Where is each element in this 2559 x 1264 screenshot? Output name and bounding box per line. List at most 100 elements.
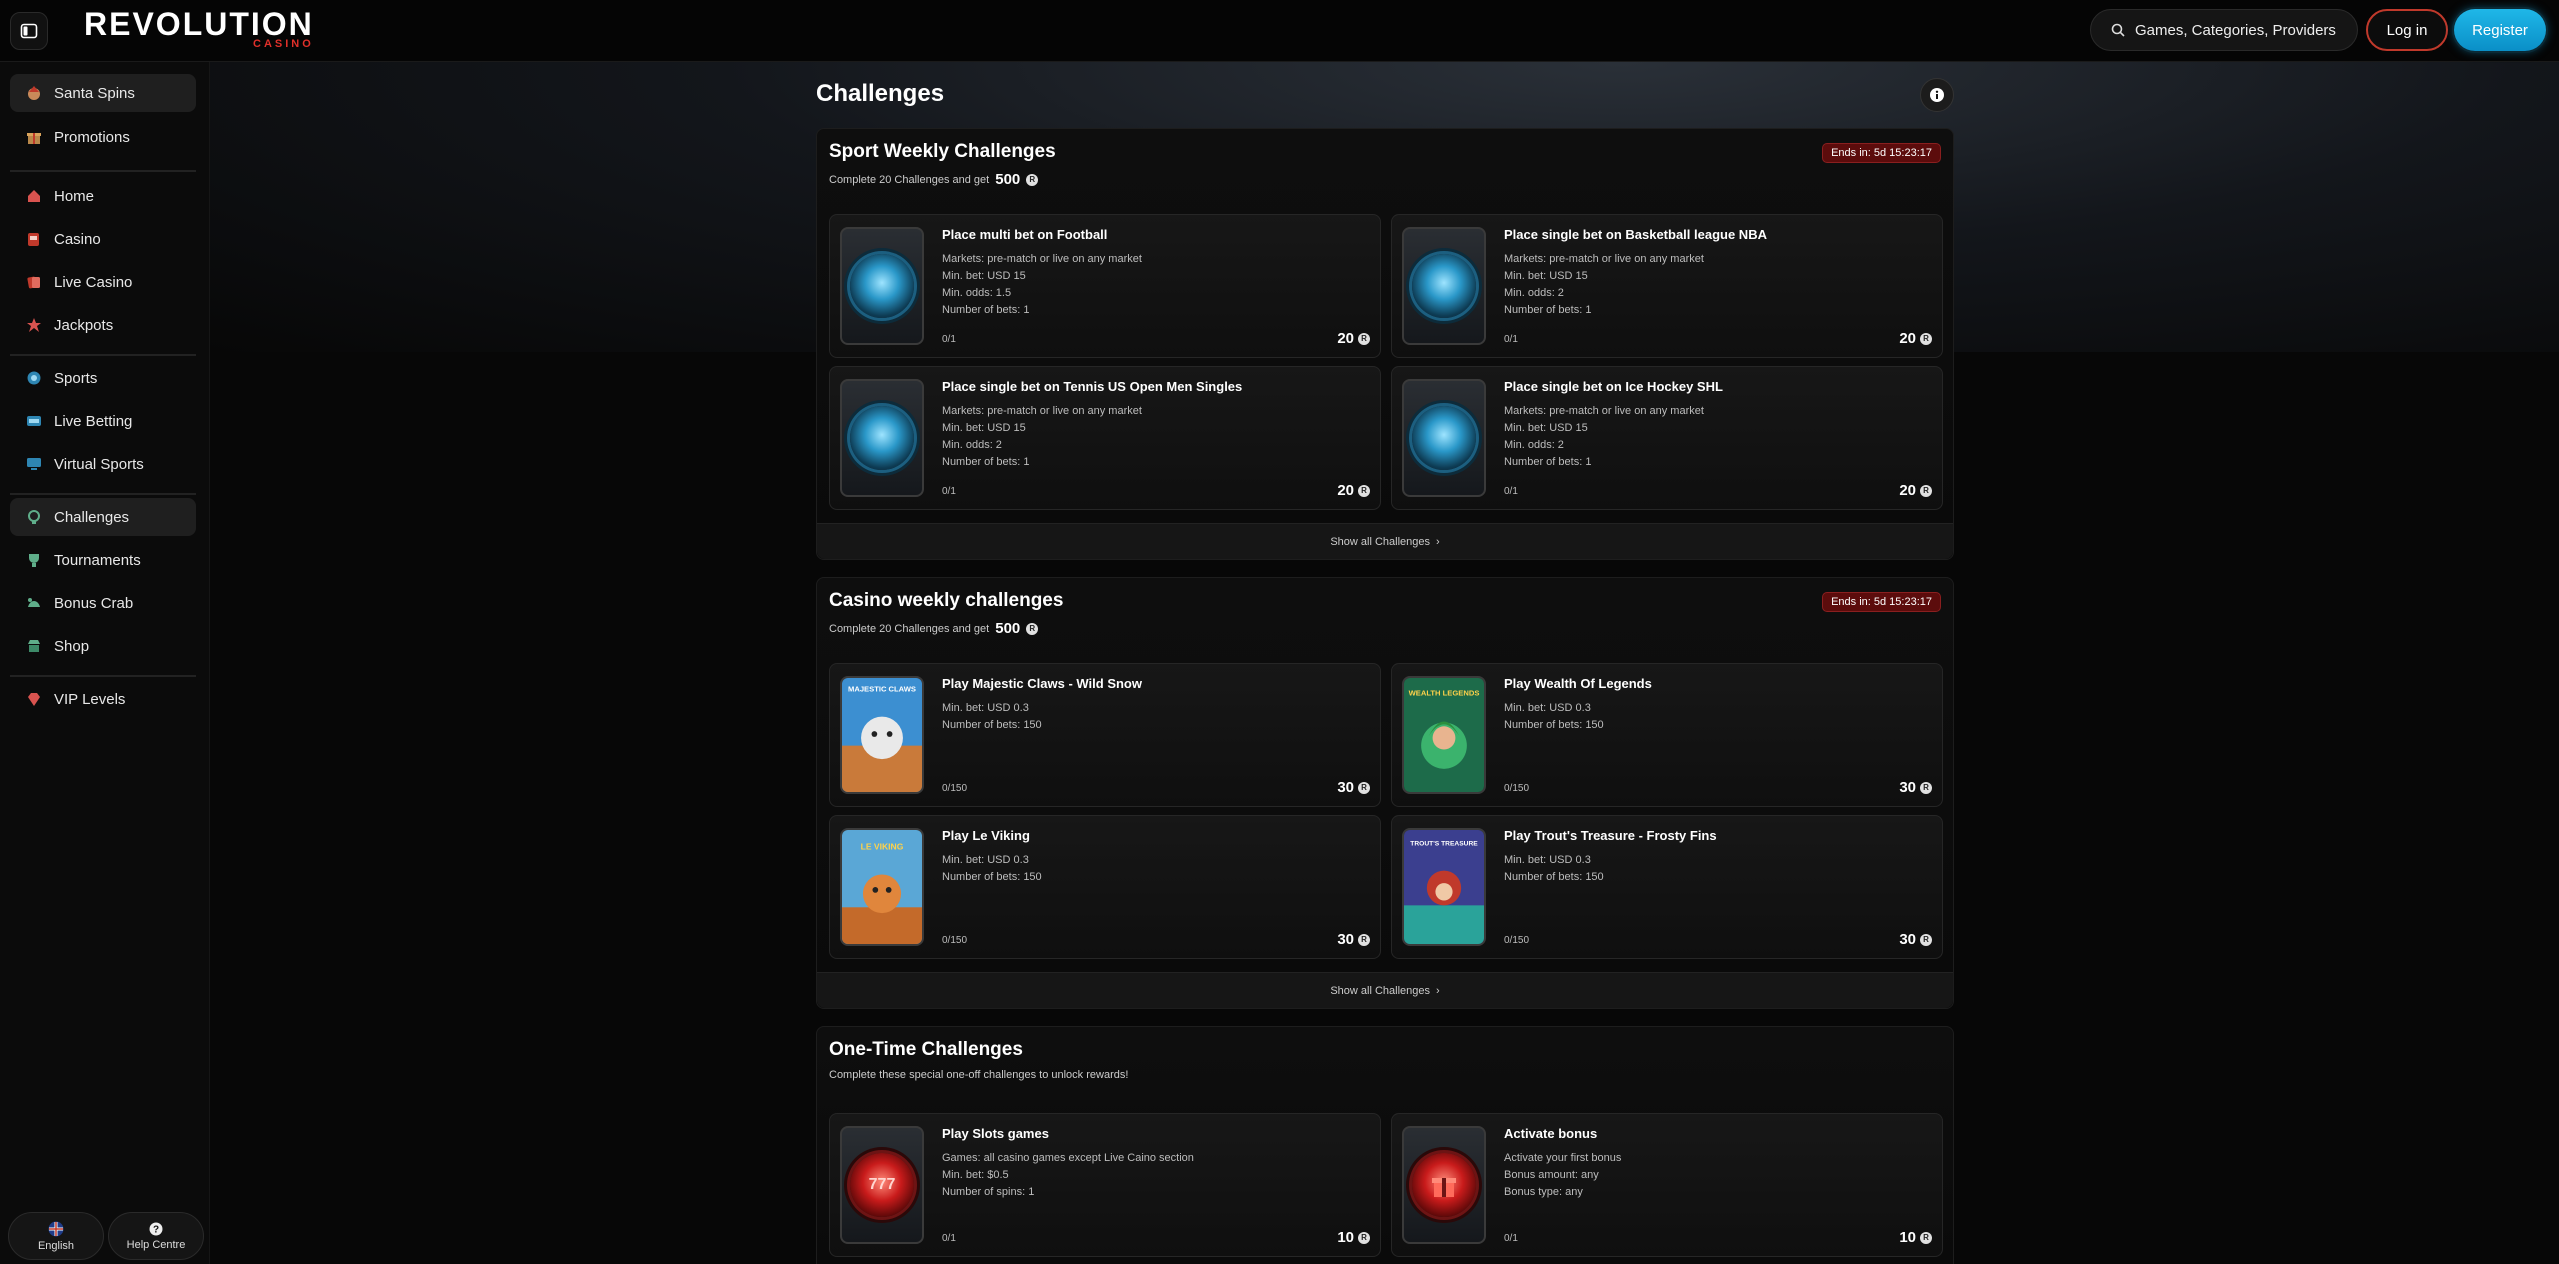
challenge-card[interactable]: TROUT'S TREASURE Play Trout's Treasure -… [1391, 815, 1943, 959]
sport-challenges-section: Sport Weekly Challenges Complete 20 Chal… [816, 128, 1954, 560]
challenge-details: Markets: pre-match or live on any market… [1504, 403, 1704, 471]
challenge-detail-line: Min. odds: 1.5 [942, 287, 1012, 299]
sidebar-item-live-casino[interactable]: Live Casino [10, 263, 196, 301]
section-title: Casino weekly challenges [829, 590, 1064, 611]
diamond-icon [26, 691, 42, 707]
challenge-reward-value: 20 [1899, 330, 1916, 347]
challenge-title: Play Trout's Treasure - Frosty Fins [1504, 828, 1717, 843]
challenge-reward-value: 10 [1899, 1229, 1916, 1246]
challenge-card[interactable]: WEALTH LEGENDS Play Wealth Of Legends Mi… [1391, 663, 1943, 807]
basketball-icon [1412, 254, 1476, 318]
ends-in-badge: Ends in: 5d 15:23:17 [1822, 143, 1941, 163]
wealth-of-legends-art: WEALTH LEGENDS [1404, 678, 1484, 792]
sports-icon [26, 370, 42, 386]
challenge-progress: 0/150 [942, 935, 968, 946]
sidebar-item-shop[interactable]: Shop [10, 627, 196, 665]
challenge-detail-line: Markets: pre-match or live on any market [942, 253, 1142, 265]
sidebar-item-label: VIP Levels [54, 690, 126, 708]
sidebar-item-promotions[interactable]: Promotions [10, 118, 196, 156]
challenge-progress: 0/150 [942, 783, 968, 794]
challenge-detail-line: Min. bet: USD 15 [1504, 270, 1588, 282]
challenge-reward: 30 R [1899, 931, 1932, 948]
section-subtitle-text: Complete 20 Challenges and get [829, 622, 990, 635]
language-label: English [37, 1239, 75, 1252]
challenge-detail-line: Min. bet: $0.5 [942, 1169, 1009, 1181]
help-icon: ? [149, 1222, 163, 1235]
sidebar-item-home[interactable]: Home [10, 177, 196, 215]
challenge-details: Min. bet: USD 0.3 Number of bets: 150 [1504, 852, 1604, 886]
challenge-card[interactable]: Place multi bet on Football Markets: pre… [829, 214, 1381, 358]
challenge-card[interactable]: 777 Play Slots games Games: all casino g… [829, 1113, 1381, 1257]
challenge-card[interactable]: LE VIKING Play Le Viking Min. bet: USD 0… [829, 815, 1381, 959]
challenge-detail-line: Min. odds: 2 [942, 439, 1002, 451]
challenge-progress: 0/1 [1504, 334, 1518, 345]
ends-in-badge: Ends in: 5d 15:23:17 [1822, 592, 1941, 612]
sidebar-item-label: Virtual Sports [54, 455, 144, 473]
coin-icon: R [1358, 933, 1370, 946]
section-subtitle: Complete these special one-off challenge… [829, 1069, 1128, 1081]
sidebar-item-jackpots[interactable]: Jackpots [10, 306, 196, 344]
sidebar-item-label: Bonus Crab [54, 594, 134, 612]
show-all-challenges-button[interactable]: Show all Challenges › [817, 523, 1953, 559]
challenge-detail-line: Markets: pre-match or live on any market [1504, 405, 1704, 417]
sidebar-item-tournaments[interactable]: Tournaments [10, 541, 196, 579]
register-button[interactable]: Register [2454, 9, 2546, 51]
sidebar-item-label: Sports [54, 369, 98, 387]
challenge-detail-line: Min. bet: USD 0.3 [1504, 854, 1591, 866]
challenge-card[interactable]: Activate bonus Activate your first bonus… [1391, 1113, 1943, 1257]
challenge-image: 777 [840, 1126, 924, 1244]
show-all-label: Show all Challenges [1330, 535, 1430, 548]
challenge-detail-line: Min. odds: 2 [1504, 287, 1564, 299]
challenge-detail-line: Games: all casino games except Live Cain… [942, 1152, 1194, 1164]
logo[interactable]: REVOLUTION CASINO [84, 8, 314, 50]
sidebar-item-sports[interactable]: Sports [10, 359, 196, 397]
show-all-challenges-button[interactable]: Show all Challenges › [817, 972, 1953, 1008]
challenge-details: Min. bet: USD 0.3 Number of bets: 150 [1504, 700, 1604, 734]
challenge-detail-line: Number of bets: 150 [942, 719, 1042, 731]
coin-icon: R [1026, 173, 1039, 186]
challenge-detail-line: Min. bet: USD 15 [942, 422, 1026, 434]
help-centre-button[interactable]: ? Help Centre [108, 1212, 204, 1260]
language-button[interactable]: English [8, 1212, 104, 1260]
sidebar-toggle-button[interactable] [10, 12, 48, 50]
challenge-title: Place single bet on Basketball league NB… [1504, 227, 1767, 242]
challenge-card[interactable]: Place single bet on Tennis US Open Men S… [829, 366, 1381, 510]
search-input[interactable]: Games, Categories, Providers [2090, 9, 2358, 51]
challenge-image [1402, 1126, 1486, 1244]
challenge-card[interactable]: Place single bet on Basketball league NB… [1391, 214, 1943, 358]
sidebar-item-challenges[interactable]: Challenges [10, 498, 196, 536]
login-button[interactable]: Log in [2366, 9, 2448, 51]
sidebar-item-label: Promotions [54, 128, 130, 146]
section-subtitle-text: Complete these special one-off challenge… [829, 1069, 1129, 1081]
challenge-detail-line: Bonus amount: any [1504, 1169, 1599, 1181]
sidebar-item-virtual-sports[interactable]: Virtual Sports [10, 445, 196, 483]
challenge-image [1402, 227, 1486, 345]
challenge-details: Markets: pre-match or live on any market… [1504, 251, 1704, 319]
challenge-reward-value: 30 [1337, 779, 1354, 796]
sidebar-item-santa-spins[interactable]: Santa Spins [10, 74, 196, 112]
challenge-card[interactable]: MAJESTIC CLAWS Play Majestic Claws - Wil… [829, 663, 1381, 807]
art-label: TROUT'S TREASURE [1410, 840, 1478, 847]
challenge-detail-line: Bonus type: any [1504, 1186, 1583, 1198]
sidebar-item-casino[interactable]: Casino [10, 220, 196, 258]
coin-icon: R [1358, 484, 1370, 497]
challenge-detail-line: Number of spins: 1 [942, 1186, 1035, 1198]
sidebar-divider [10, 675, 196, 677]
bonus-gift-icon [1412, 1153, 1476, 1217]
challenge-reward: 30 R [1337, 931, 1370, 948]
challenge-title: Place multi bet on Football [942, 227, 1108, 242]
monitor-icon [26, 456, 42, 472]
sidebar-divider [10, 170, 196, 172]
info-button[interactable] [1920, 78, 1954, 112]
challenge-detail-line: Number of bets: 150 [1504, 719, 1604, 731]
art-label: LE VIKING [861, 841, 904, 851]
challenge-reward: 20 R [1899, 482, 1932, 499]
challenge-progress: 0/1 [942, 486, 956, 497]
challenge-card[interactable]: Place single bet on Ice Hockey SHL Marke… [1391, 366, 1943, 510]
sidebar-item-vip-levels[interactable]: VIP Levels [10, 680, 196, 718]
sidebar-item-bonus-crab[interactable]: Bonus Crab [10, 584, 196, 622]
sidebar-item-live-betting[interactable]: Live Betting [10, 402, 196, 440]
live-icon [26, 413, 42, 429]
tennis-icon [850, 406, 914, 470]
sidebar-item-label: Home [54, 187, 95, 205]
